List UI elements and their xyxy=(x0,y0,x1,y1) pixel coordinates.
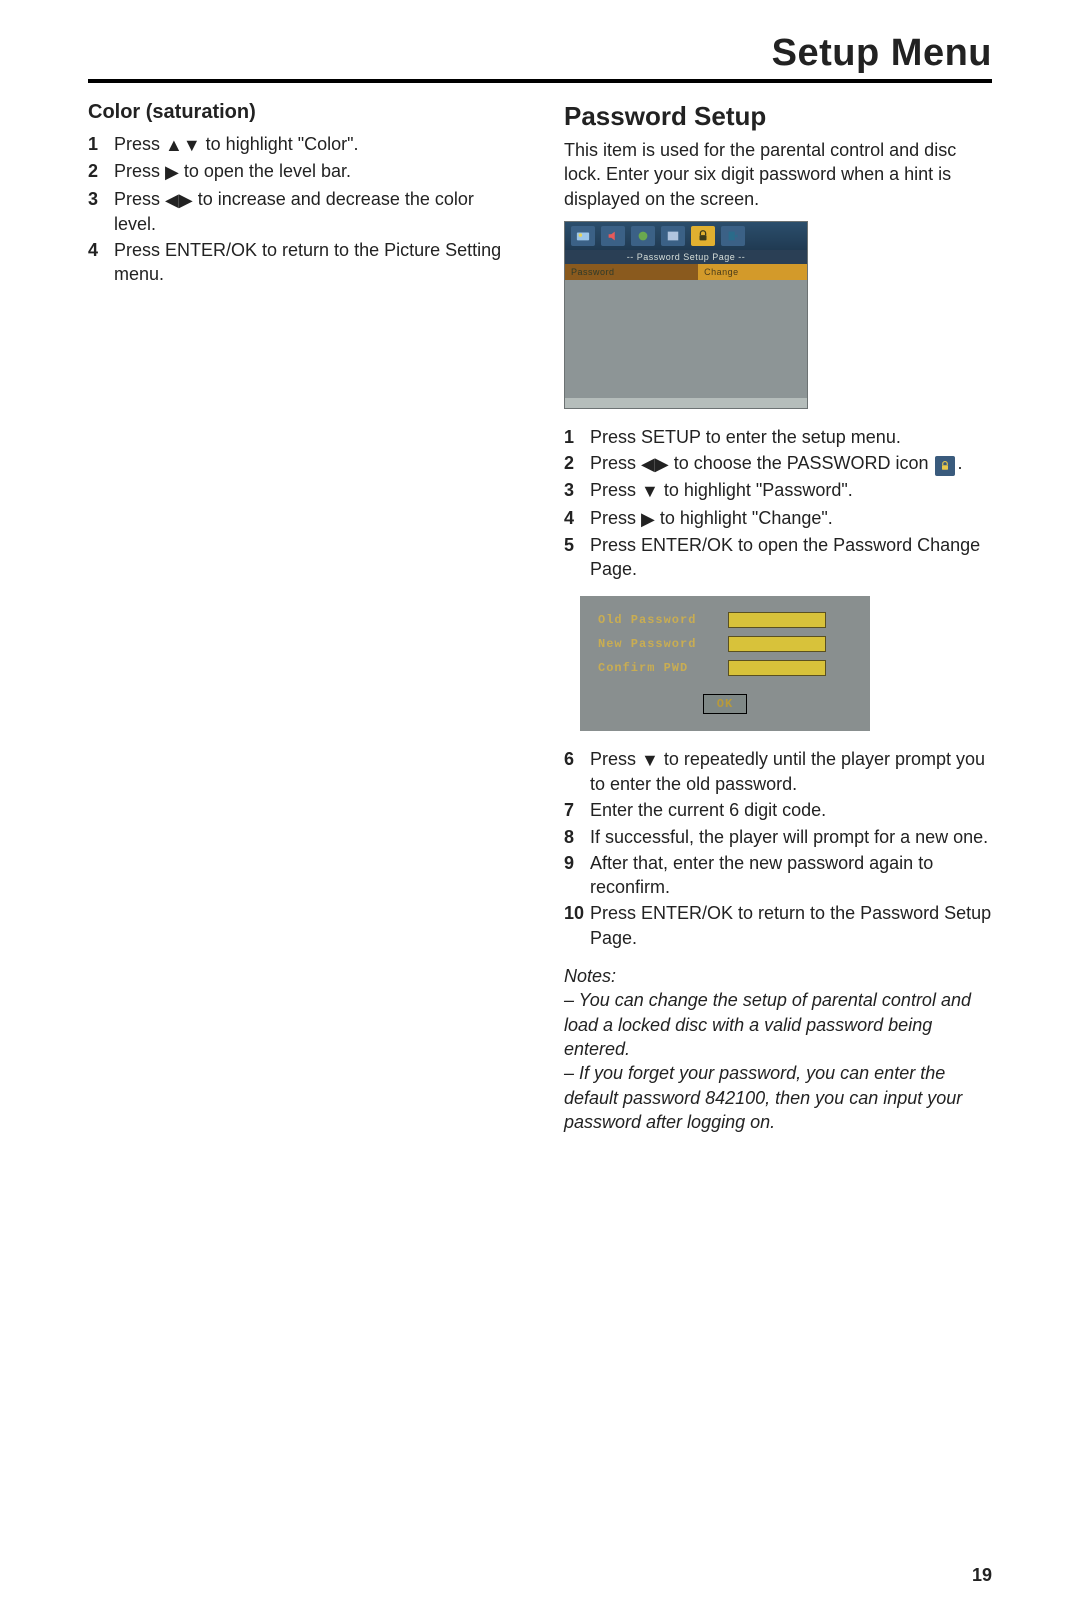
step-number: 8 xyxy=(564,825,590,849)
left-arrow-icon: ◀ xyxy=(641,452,655,476)
lock-icon xyxy=(935,456,955,476)
step-text: Press ◀▶ to choose the PASSWORD icon . xyxy=(590,451,992,476)
step-text: Enter the current 6 digit code. xyxy=(590,798,992,822)
right-arrow-icon: ▶ xyxy=(179,188,193,212)
step-number: 2 xyxy=(564,451,590,475)
tab-icon-exit xyxy=(721,226,745,246)
notes-title: Notes: xyxy=(564,964,992,988)
down-arrow-icon: ▼ xyxy=(641,479,659,503)
step-item: 2Press ▶ to open the level bar. xyxy=(88,159,516,184)
step-number: 6 xyxy=(564,747,590,771)
step-number: 4 xyxy=(564,506,590,530)
password-setup-heading: Password Setup xyxy=(564,101,992,132)
ok-button: OK xyxy=(703,694,747,714)
step-number: 2 xyxy=(88,159,114,183)
step-text: Press ▼ to repeatedly until the player p… xyxy=(590,747,992,797)
right-arrow-icon: ▶ xyxy=(165,160,179,184)
step-item: 10Press ENTER/OK to return to the Passwo… xyxy=(564,901,992,950)
step-text: Press ENTER/OK to return to the Picture … xyxy=(114,238,516,287)
password-steps-a: 1Press SETUP to enter the setup menu.2Pr… xyxy=(564,425,992,582)
step-text: Press ▶ to open the level bar. xyxy=(114,159,516,184)
password-setup-screenshot: -- Password Setup Page -- Password Chang… xyxy=(564,221,808,409)
step-item: 7Enter the current 6 digit code. xyxy=(564,798,992,822)
step-number: 10 xyxy=(564,901,590,925)
step-text: Press ▶ to highlight "Change". xyxy=(590,506,992,531)
step-text: If successful, the player will prompt fo… xyxy=(590,825,992,849)
tab-icon-general xyxy=(571,226,595,246)
tab-icon-password xyxy=(691,226,715,246)
step-text: Press ▲▼ to highlight "Color". xyxy=(114,132,516,157)
page-title: Setup Menu xyxy=(88,32,992,75)
step-item: 2Press ◀▶ to choose the PASSWORD icon . xyxy=(564,451,992,476)
step-item: 4Press ENTER/OK to return to the Picture… xyxy=(88,238,516,287)
left-arrow-icon: ◀ xyxy=(165,188,179,212)
step-item: 1Press SETUP to enter the setup menu. xyxy=(564,425,992,449)
old-password-label: Old Password xyxy=(598,613,728,627)
step-text: Press ENTER/OK to open the Password Chan… xyxy=(590,533,992,582)
new-password-field xyxy=(728,636,826,652)
page-number: 19 xyxy=(972,1565,992,1586)
up-arrow-icon: ▲ xyxy=(165,133,183,157)
step-item: 6Press ▼ to repeatedly until the player … xyxy=(564,747,992,797)
right-arrow-icon: ▶ xyxy=(641,507,655,531)
tab-icon-preference xyxy=(661,226,685,246)
step-item: 1Press ▲▼ to highlight "Color". xyxy=(88,132,516,157)
notes-line-2: – If you forget your password, you can e… xyxy=(564,1061,992,1134)
osd-row-value: Change xyxy=(698,264,807,280)
confirm-password-field xyxy=(728,660,826,676)
step-item: 4Press ▶ to highlight "Change". xyxy=(564,506,992,531)
password-setup-intro: This item is used for the parental contr… xyxy=(564,138,992,211)
osd-row-label: Password xyxy=(565,264,698,280)
step-number: 1 xyxy=(564,425,590,449)
tab-icon-audio xyxy=(601,226,625,246)
right-column: Password Setup This item is used for the… xyxy=(564,101,992,1134)
step-number: 3 xyxy=(88,187,114,211)
old-password-field xyxy=(728,612,826,628)
step-item: 8If successful, the player will prompt f… xyxy=(564,825,992,849)
page-header: Setup Menu xyxy=(88,32,992,83)
step-text: Press ▼ to highlight "Password". xyxy=(590,478,992,503)
step-number: 3 xyxy=(564,478,590,502)
osd-title: -- Password Setup Page -- xyxy=(565,250,807,264)
step-text: After that, enter the new password again… xyxy=(590,851,992,900)
password-steps-b: 6Press ▼ to repeatedly until the player … xyxy=(564,747,992,950)
step-number: 9 xyxy=(564,851,590,875)
password-change-screenshot: Old Password New Password Confirm PWD OK xyxy=(580,596,870,731)
down-arrow-icon: ▼ xyxy=(641,748,659,772)
notes-block: Notes: – You can change the setup of par… xyxy=(564,964,992,1134)
color-saturation-heading: Color (saturation) xyxy=(88,101,516,124)
down-arrow-icon: ▼ xyxy=(183,133,201,157)
confirm-password-label: Confirm PWD xyxy=(598,661,728,675)
tab-icon-video xyxy=(631,226,655,246)
new-password-label: New Password xyxy=(598,637,728,651)
step-number: 7 xyxy=(564,798,590,822)
right-arrow-icon: ▶ xyxy=(655,452,669,476)
left-column: Color (saturation) 1Press ▲▼ to highligh… xyxy=(88,101,516,1134)
step-text: Press SETUP to enter the setup menu. xyxy=(590,425,992,449)
step-item: 9After that, enter the new password agai… xyxy=(564,851,992,900)
step-item: 3Press ▼ to highlight "Password". xyxy=(564,478,992,503)
notes-line-1: – You can change the setup of parental c… xyxy=(564,988,992,1061)
color-steps-list: 1Press ▲▼ to highlight "Color".2Press ▶ … xyxy=(88,132,516,287)
step-text: Press ◀▶ to increase and decrease the co… xyxy=(114,187,516,237)
step-number: 1 xyxy=(88,132,114,156)
step-number: 5 xyxy=(564,533,590,557)
step-number: 4 xyxy=(88,238,114,262)
step-item: 3Press ◀▶ to increase and decrease the c… xyxy=(88,187,516,237)
step-item: 5Press ENTER/OK to open the Password Cha… xyxy=(564,533,992,582)
step-text: Press ENTER/OK to return to the Password… xyxy=(590,901,992,950)
